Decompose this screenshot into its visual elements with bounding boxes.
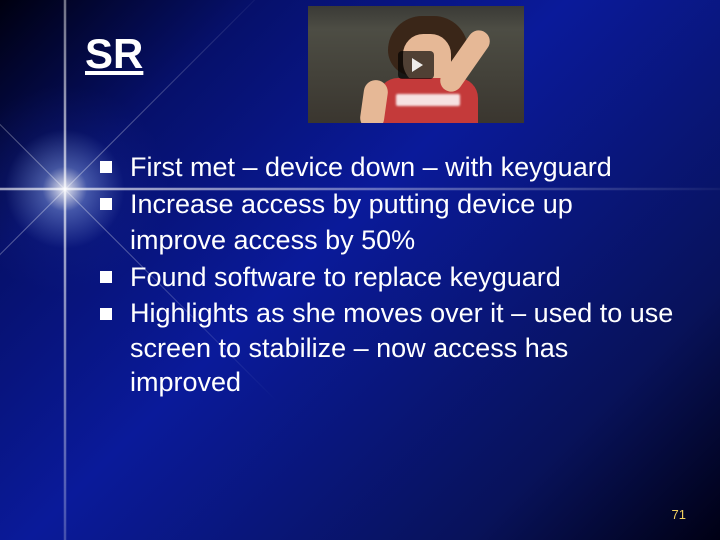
bullet-square-icon [100, 271, 112, 283]
list-item: Found software to replace keyguard [100, 260, 680, 295]
bullet-text: First met – device down – with keyguard [130, 152, 612, 182]
list-item: Increase access by putting device up [100, 187, 680, 222]
list-item: Highlights as she moves over it – used t… [100, 296, 680, 400]
bullet-continuation-text: improve access by 50% [130, 225, 415, 255]
video-thumbnail[interactable] [308, 6, 524, 123]
page-number: 71 [672, 507, 686, 522]
slide-title: SR [85, 30, 143, 78]
play-button[interactable] [398, 51, 434, 79]
slide: SR First met – device down – with keygua… [0, 0, 720, 540]
bullet-square-icon [100, 308, 112, 320]
bullet-text: Increase access by putting device up [130, 189, 573, 219]
play-icon [412, 58, 423, 72]
bullet-text: Highlights as she moves over it – used t… [130, 298, 673, 397]
slide-body: First met – device down – with keyguard … [100, 150, 680, 402]
bullet-square-icon [100, 161, 112, 173]
bullet-text: Found software to replace keyguard [130, 262, 561, 292]
bullet-square-icon [100, 198, 112, 210]
list-item-continuation: improve access by 50% [100, 223, 680, 258]
list-item: First met – device down – with keyguard [100, 150, 680, 185]
